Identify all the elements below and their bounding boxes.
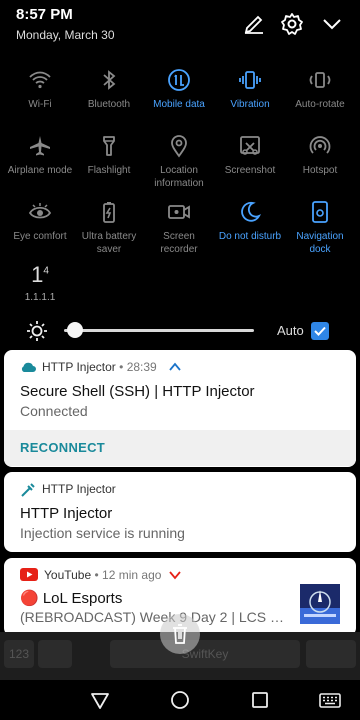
- status-bar: 8:57 PM Monday, March 30: [0, 0, 360, 50]
- brightness-slider[interactable]: [64, 329, 254, 332]
- tile-label: Hotspot: [302, 165, 338, 176]
- tile-label: Eye comfort: [13, 231, 67, 242]
- tile-label: Screenshot: [224, 165, 276, 176]
- notification-body: Connected: [20, 403, 88, 419]
- notification-header: YouTube • 12 min ago: [44, 568, 161, 582]
- syringe-icon: [21, 483, 35, 497]
- chevron-down-icon[interactable]: [168, 569, 182, 581]
- auto-brightness-label: Auto: [277, 323, 304, 338]
- mobile-data-icon: [168, 69, 190, 91]
- auto-brightness-checkbox[interactable]: [311, 322, 329, 340]
- eye-icon: [28, 203, 52, 219]
- video-icon: [168, 205, 190, 219]
- tile-location[interactable]: Location information: [143, 134, 215, 190]
- notification-app-name: HTTP Injector: [42, 482, 116, 496]
- tile-label: Navigation dock: [296, 231, 344, 255]
- notification-header: HTTP Injector • 28:39: [42, 360, 157, 374]
- tile-label: Ultra battery saver: [81, 231, 137, 255]
- location-icon: [171, 135, 187, 158]
- tile-label: 1.1.1.1: [24, 292, 56, 303]
- tile-label: Location information: [154, 165, 204, 189]
- notification-http-injector-service[interactable]: HTTP Injector HTTP Injector Injection se…: [4, 472, 356, 552]
- wifi-icon: [29, 71, 51, 89]
- tile-do-not-disturb[interactable]: Do not disturb: [214, 200, 286, 243]
- tile-label: Do not disturb: [218, 231, 282, 242]
- trash-icon: [173, 624, 187, 644]
- tile-screen-recorder[interactable]: Screen recorder: [143, 200, 215, 256]
- screenshot-icon: [240, 136, 260, 155]
- notification-title: HTTP Injector: [20, 505, 113, 522]
- clear-notifications-button[interactable]: [160, 614, 200, 654]
- tile-bluetooth[interactable]: Bluetooth: [73, 68, 145, 111]
- tile-flashlight[interactable]: Flashlight: [73, 134, 145, 177]
- tile-vibration[interactable]: Vibration: [214, 68, 286, 111]
- tile-ultra-battery-saver[interactable]: Ultra battery saver: [73, 200, 145, 256]
- settings-icon[interactable]: [280, 12, 304, 36]
- tile-screenshot[interactable]: Screenshot: [214, 134, 286, 177]
- tile-airplane-mode[interactable]: Airplane mode: [4, 134, 76, 177]
- reconnect-label: RECONNECT: [20, 440, 106, 455]
- edit-icon[interactable]: [242, 12, 266, 36]
- keyboard-space-key: SwiftKey: [110, 640, 300, 668]
- tile-mobile-data[interactable]: Mobile data: [143, 68, 215, 111]
- tile-label: Wi-Fi: [28, 99, 52, 110]
- notification-header: HTTP Injector: [42, 482, 116, 496]
- tile-label: Bluetooth: [87, 99, 131, 110]
- back-icon[interactable]: [88, 688, 112, 712]
- hotspot-icon: [309, 136, 331, 154]
- video-thumbnail: [300, 584, 340, 624]
- keyboard-icon[interactable]: [318, 688, 342, 712]
- airplane-icon: [30, 136, 50, 156]
- flashlight-icon: [103, 136, 115, 156]
- tile-label: Flashlight: [87, 165, 131, 176]
- navigation-bar: [0, 680, 360, 720]
- chevron-up-icon[interactable]: [168, 361, 182, 373]
- tile-eye-comfort[interactable]: Eye comfort: [4, 200, 76, 243]
- youtube-icon: [20, 568, 38, 581]
- keyboard-key: [38, 640, 72, 668]
- tile-auto-rotate[interactable]: Auto-rotate: [284, 68, 356, 111]
- notification-time: 28:39: [126, 360, 157, 374]
- cloud-icon: [21, 362, 36, 372]
- tile-hotspot[interactable]: Hotspot: [284, 134, 356, 177]
- notification-separator: •: [119, 360, 127, 374]
- notification-http-injector-ssh[interactable]: HTTP Injector • 28:39 Secure Shell (SSH)…: [4, 350, 356, 467]
- date: Monday, March 30: [16, 28, 115, 42]
- notification-app-name: HTTP Injector: [42, 360, 116, 374]
- clock: 8:57 PM: [16, 6, 73, 23]
- tile-1111[interactable]: 14 1.1.1.1: [16, 262, 64, 303]
- tile-1111-glyph: 14: [31, 262, 49, 287]
- brightness-slider-thumb[interactable]: [67, 322, 84, 338]
- brightness-icon: [27, 321, 47, 341]
- tile-label: Vibration: [230, 99, 270, 110]
- notification-separator: •: [94, 568, 103, 582]
- bluetooth-icon: [103, 70, 116, 90]
- reconnect-button[interactable]: RECONNECT: [4, 430, 356, 466]
- home-icon[interactable]: [168, 688, 192, 712]
- tile-label: Screen recorder: [160, 231, 198, 255]
- notification-app-name: YouTube: [44, 568, 92, 582]
- brightness-row: Auto: [0, 318, 360, 344]
- notification-title: Secure Shell (SSH) | HTTP Injector: [20, 383, 255, 400]
- recents-icon[interactable]: [248, 688, 272, 712]
- moon-icon: [241, 201, 262, 222]
- tile-label: Auto-rotate: [295, 99, 345, 110]
- tile-navigation-dock[interactable]: Navigation dock: [284, 200, 356, 256]
- collapse-icon[interactable]: [320, 12, 344, 36]
- auto-rotate-icon: [309, 72, 331, 88]
- tile-wifi[interactable]: Wi-Fi: [4, 68, 76, 111]
- check-icon: [314, 326, 326, 336]
- nav-dock-icon: [312, 201, 328, 223]
- battery-icon: [103, 202, 115, 223]
- keyboard-key: 123: [4, 640, 34, 668]
- keyboard-key: [306, 640, 356, 668]
- notification-body: Injection service is running: [20, 525, 185, 541]
- notification-title: 🔴 LoL Esports: [20, 590, 123, 607]
- notification-time: 12 min ago: [102, 568, 162, 582]
- tile-label: Airplane mode: [7, 165, 73, 176]
- vibration-icon: [239, 71, 261, 89]
- notification-body: (REBROADCAST) Week 9 Day 2 | LCS Spri...: [20, 609, 292, 625]
- tile-label: Mobile data: [153, 99, 205, 110]
